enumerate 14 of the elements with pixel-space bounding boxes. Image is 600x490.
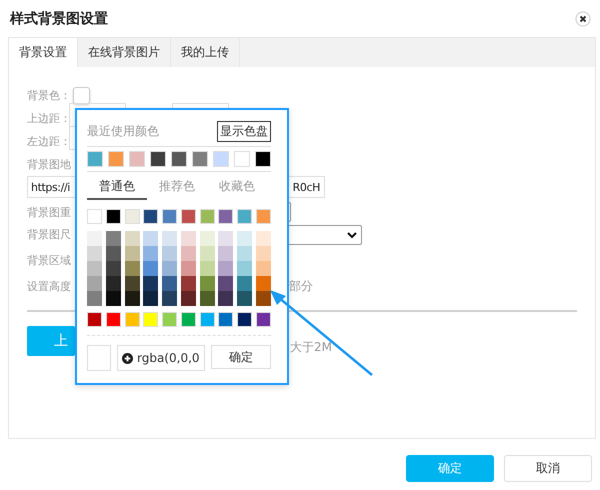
field-label: 背景图尺 xyxy=(27,227,71,242)
field-label: 背景图重 xyxy=(27,204,71,220)
note-text: 部分 xyxy=(289,278,313,295)
field-value: https://i xyxy=(31,180,70,194)
field-label: 背景区域 xyxy=(27,253,71,268)
field-label: 左边距： xyxy=(27,134,71,149)
field-label: 背景色： xyxy=(27,88,71,103)
field-label: 上边距： xyxy=(27,111,71,126)
section-title: 最近使用颜色 xyxy=(87,122,159,140)
field-value: R0cH xyxy=(292,180,320,194)
note-text: 设置高度 xyxy=(27,279,71,294)
dialog-title: 样式背景图设置 xyxy=(10,10,108,28)
upload-hint: 大于2M xyxy=(290,339,332,356)
field-label: 背景图地 xyxy=(27,157,71,172)
